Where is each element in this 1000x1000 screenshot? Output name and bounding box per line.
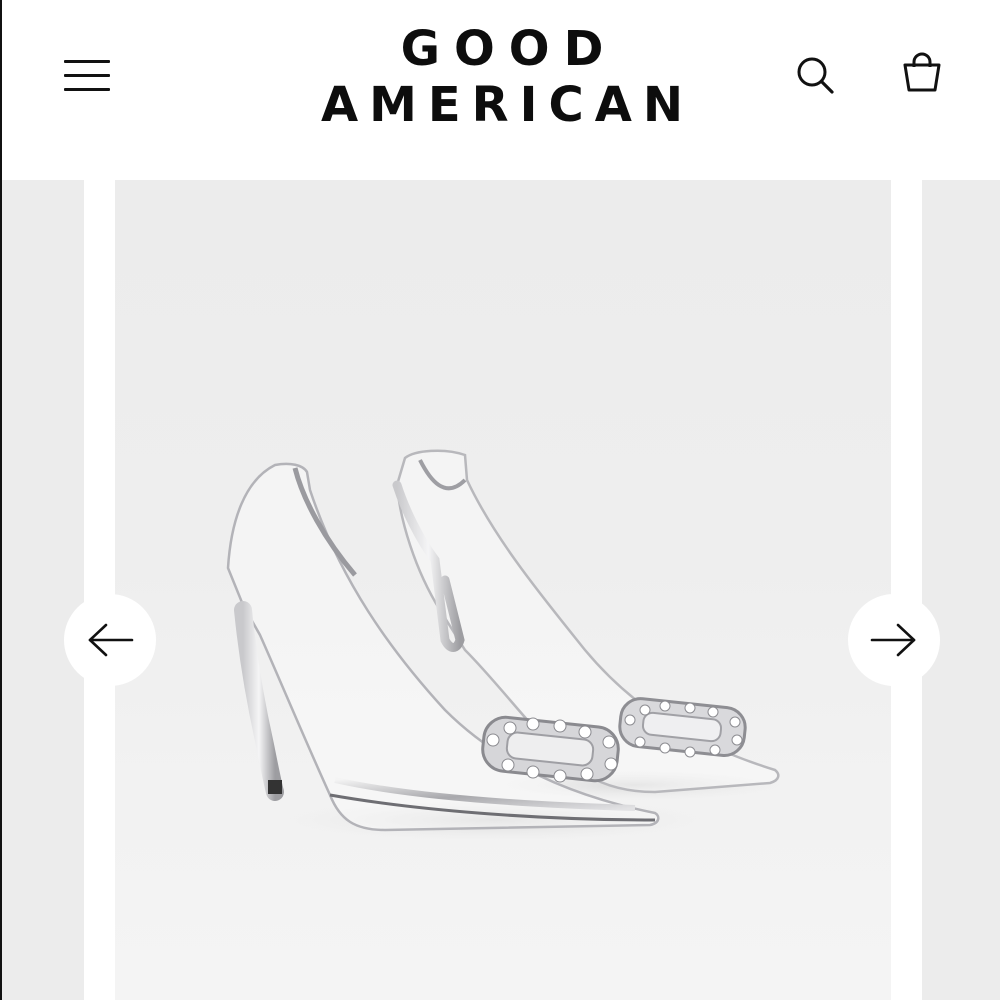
arrow-left-icon — [88, 623, 134, 657]
clear-heels-illustration — [226, 449, 785, 842]
menu-button[interactable] — [60, 54, 116, 98]
next-slide-preview[interactable] — [922, 180, 1000, 1000]
search-button[interactable] — [792, 52, 838, 98]
cart-button[interactable] — [898, 50, 946, 100]
previous-image-button[interactable] — [64, 594, 156, 686]
site-header: GOOD AMERICAN — [2, 0, 1000, 180]
next-image-button[interactable] — [848, 594, 940, 686]
brand-logo[interactable]: GOOD AMERICAN — [252, 22, 752, 134]
menu-bar — [64, 74, 110, 77]
product-image[interactable] — [115, 180, 891, 1000]
brand-logo-line2: AMERICAN — [320, 77, 695, 133]
product-image-carousel — [2, 180, 1000, 1000]
search-icon — [797, 57, 834, 94]
brand-logo-line1: GOOD — [400, 21, 618, 77]
arrow-right-icon — [870, 623, 916, 657]
product-page: GOOD AMERICAN — [0, 0, 1000, 1000]
menu-bar — [64, 60, 110, 63]
menu-bar — [64, 88, 110, 91]
previous-slide-preview[interactable] — [2, 180, 84, 1000]
shopping-bag-icon — [903, 52, 941, 92]
